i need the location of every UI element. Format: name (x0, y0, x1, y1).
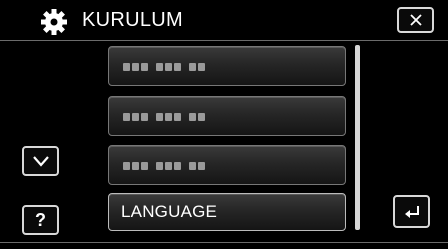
close-icon (409, 14, 422, 26)
redacted-label (123, 63, 205, 72)
redacted-label (123, 113, 205, 122)
menu-item-2[interactable] (108, 96, 346, 136)
page-title: KURULUM (82, 9, 183, 31)
back-button[interactable] (393, 195, 430, 228)
menu-item-1[interactable] (108, 46, 346, 86)
scroll-down-button[interactable] (22, 146, 59, 176)
header-bar: KURULUM (0, 0, 448, 40)
return-arrow-icon (404, 205, 419, 218)
chevron-down-icon (32, 156, 49, 167)
scrollbar[interactable] (355, 45, 360, 230)
close-button[interactable] (397, 7, 434, 33)
menu-item-label: LANGUAGE (121, 202, 218, 221)
gear-icon (41, 9, 67, 35)
help-label: ? (35, 209, 46, 230)
redacted-label (123, 162, 205, 171)
help-button[interactable]: ? (22, 205, 59, 235)
footer-divider (0, 242, 448, 243)
menu-item-language[interactable]: LANGUAGE (108, 193, 346, 231)
header-divider (0, 40, 448, 41)
menu-item-3[interactable] (108, 145, 346, 185)
